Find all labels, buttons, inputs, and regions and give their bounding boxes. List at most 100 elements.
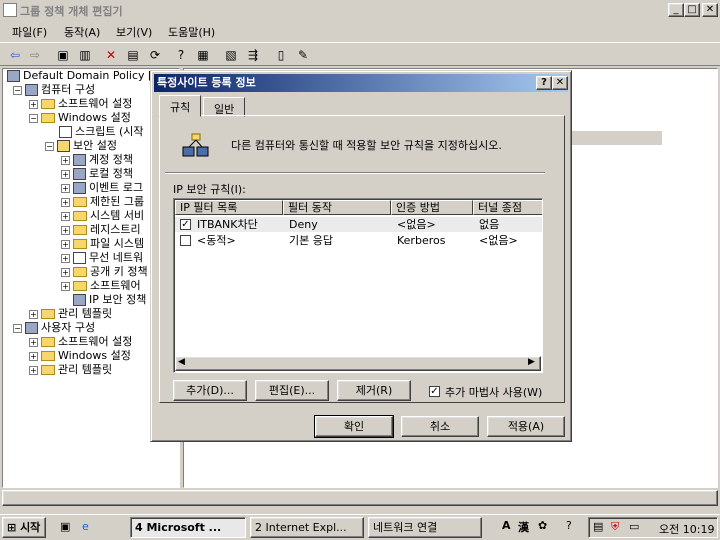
task-mmc[interactable]: 4 Microsoft ...	[130, 517, 246, 538]
tree-security-item[interactable]: + 파일 시스템	[61, 237, 144, 251]
expand-icon[interactable]: +	[61, 183, 70, 193]
assign-icon[interactable]: ⇶	[244, 46, 262, 64]
edit-icon[interactable]: ✎	[294, 46, 312, 64]
delete-icon[interactable]: ✕	[102, 46, 120, 64]
tree-software-settings[interactable]: + 소프트웨어 설정	[29, 97, 132, 111]
tree-security-item[interactable]: + 시스템 서비	[61, 209, 144, 223]
tree-security-item[interactable]: + 이벤트 로그	[61, 181, 143, 195]
expand-icon[interactable]: +	[61, 253, 70, 263]
menu-action[interactable]: 동작(A)	[64, 24, 100, 40]
refresh-icon[interactable]: ⟳	[146, 46, 164, 64]
maximize-button[interactable]: □	[684, 3, 700, 17]
detail-selected-row[interactable]	[570, 131, 662, 145]
tree-security-settings[interactable]: − 보안 설정	[45, 139, 117, 153]
table-row[interactable]: ✓ ITBANK차단 Deny <없음> 없음	[175, 217, 542, 232]
ime-a-icon[interactable]: A	[502, 519, 511, 532]
tree-security-item[interactable]: + 레지스트리	[61, 223, 141, 237]
tray-clock[interactable]: 오전 10:19	[659, 521, 714, 537]
edit-button[interactable]: 편집(E)...	[255, 380, 329, 401]
menu-view[interactable]: 보기(V)	[116, 24, 152, 40]
quicklaunch-desktop-icon[interactable]: ▣	[60, 520, 70, 533]
tree-security-item[interactable]: + 무선 네트워	[61, 251, 143, 265]
tree-security-item[interactable]: + 공개 키 정책	[61, 265, 148, 279]
task-internet-explorer[interactable]: 2 Internet Expl...	[250, 517, 364, 538]
expand-icon[interactable]: +	[61, 281, 70, 291]
expand-icon[interactable]: +	[29, 365, 38, 375]
tree-security-item[interactable]: + 로컬 정책	[61, 167, 133, 181]
help-icon[interactable]: ?	[172, 46, 190, 64]
collapse-icon[interactable]: −	[13, 323, 22, 333]
tree-windows-settings[interactable]: − Windows 설정	[29, 111, 131, 125]
ime-hanja-icon[interactable]: 漢	[518, 519, 529, 535]
expand-icon[interactable]: +	[61, 169, 70, 179]
rule-checkbox[interactable]	[180, 235, 191, 246]
menu-file[interactable]: 파일(F)	[12, 24, 47, 40]
tree-security-item[interactable]: + 계정 정책	[61, 153, 133, 167]
collapse-icon[interactable]: −	[45, 141, 54, 151]
forward-arrow-icon[interactable]: ⇨	[26, 46, 44, 64]
tray-monitor-icon[interactable]: ▭	[629, 520, 639, 533]
expand-icon[interactable]: +	[61, 267, 70, 277]
column-header-tunnel-endpoint[interactable]: 터널 종점	[473, 200, 542, 215]
tree-root[interactable]: Default Domain Policy [I	[7, 69, 156, 83]
tree-security-item[interactable]: + 제한된 그룹	[61, 195, 144, 209]
up-folder-icon[interactable]: ▣	[54, 46, 72, 64]
properties-icon[interactable]: ▤	[124, 46, 142, 64]
quicklaunch-ie-icon[interactable]: e	[82, 520, 89, 533]
column-header-filter-action[interactable]: 필터 동작	[283, 200, 391, 215]
tray-network-icon[interactable]: ▤	[593, 520, 603, 533]
tree-user-config[interactable]: − 사용자 구성	[13, 321, 95, 335]
tree-user-item[interactable]: + Windows 설정	[29, 349, 131, 363]
expand-icon[interactable]: +	[61, 197, 70, 207]
tree-computer-config[interactable]: − 컴퓨터 구성	[13, 83, 95, 97]
add-button[interactable]: 추가(D)...	[173, 380, 247, 401]
ip-security-rules-list[interactable]: IP 필터 목록 필터 동작 인증 방법 터널 종점 ✓ ITBANK차단 De…	[173, 198, 543, 373]
scroll-right-icon[interactable]: ▶	[528, 357, 535, 367]
expand-icon[interactable]: +	[61, 239, 70, 249]
dialog-close-button[interactable]: ✕	[552, 76, 568, 90]
minimize-button[interactable]: _	[668, 3, 684, 17]
cancel-button[interactable]: 취소	[401, 416, 479, 437]
close-button[interactable]: ✕	[702, 3, 718, 17]
apply-button[interactable]: 적용(A)	[487, 416, 565, 437]
expand-icon[interactable]: +	[61, 211, 70, 221]
horizontal-scrollbar[interactable]	[2, 490, 718, 506]
ok-button[interactable]: 확인	[314, 415, 394, 438]
start-button[interactable]: ⊞ 시작	[2, 517, 46, 538]
table-row[interactable]: <동적> 기본 응답 Kerberos <없음>	[175, 233, 542, 248]
scroll-left-icon[interactable]: ◀	[178, 357, 185, 367]
new-policy-icon[interactable]: ▧	[222, 46, 240, 64]
tab-general[interactable]: 일반	[203, 97, 246, 117]
column-header-filter-list[interactable]: IP 필터 목록	[175, 200, 283, 215]
wizard-checkbox[interactable]: ✓	[429, 386, 440, 397]
tree-ip-security[interactable]: IP 보안 정책	[73, 293, 146, 307]
task-network-connections[interactable]: 네트워크 연결	[368, 517, 482, 538]
column-header-auth-method[interactable]: 인증 방법	[391, 200, 473, 215]
expand-icon[interactable]: +	[29, 309, 38, 319]
tree-scripts[interactable]: 스크립트 (시작	[59, 125, 144, 139]
tree-user-item[interactable]: + 소프트웨어 설정	[29, 335, 132, 349]
tree-security-item[interactable]: + 소프트웨어	[61, 279, 141, 293]
ime-settings-icon[interactable]: ✿	[538, 519, 547, 532]
rule-checkbox[interactable]: ✓	[180, 219, 191, 230]
tab-rules[interactable]: 규칙	[159, 95, 202, 117]
expand-icon[interactable]: +	[61, 225, 70, 235]
menu-help[interactable]: 도움말(H)	[168, 24, 215, 40]
back-arrow-icon[interactable]: ⇦	[6, 46, 24, 64]
expand-icon[interactable]: +	[29, 99, 38, 109]
expand-icon[interactable]: +	[29, 351, 38, 361]
tree-user-item[interactable]: + 관리 템플릿	[29, 363, 112, 377]
console-icon[interactable]: ▦	[194, 46, 212, 64]
ime-help-icon[interactable]: ?	[566, 519, 572, 532]
list-horizontal-scrollbar[interactable]: ◀ ▶	[175, 356, 541, 371]
collapse-icon[interactable]: −	[29, 113, 38, 123]
collapse-icon[interactable]: −	[13, 85, 22, 95]
expand-icon[interactable]: +	[61, 155, 70, 165]
doc-icon[interactable]: ▯	[272, 46, 290, 64]
remove-button[interactable]: 제거(R)	[337, 380, 411, 401]
dialog-help-button[interactable]: ?	[536, 76, 552, 90]
expand-icon[interactable]: +	[29, 337, 38, 347]
show-hide-tree-icon[interactable]: ▥	[76, 46, 94, 64]
tray-shield-icon[interactable]: ⛨	[611, 520, 619, 534]
tree-admin-templates[interactable]: + 관리 템플릿	[29, 307, 112, 321]
